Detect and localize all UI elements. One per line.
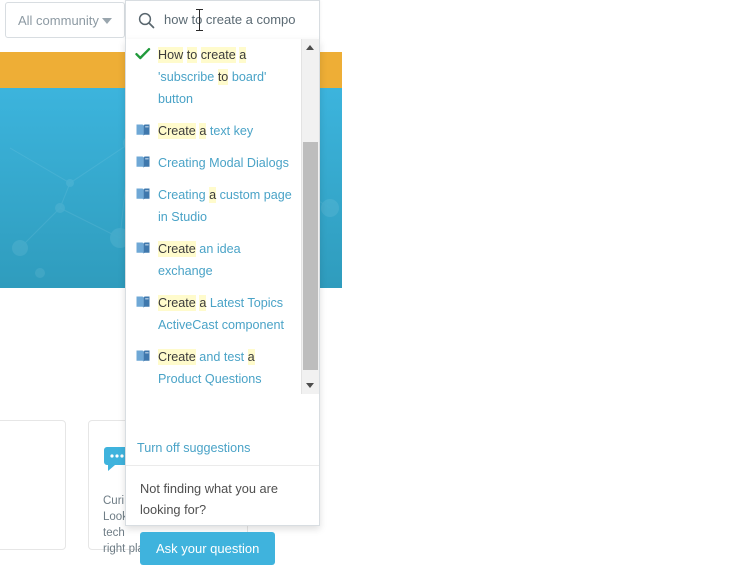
- scrollbar-thumb[interactable]: [303, 142, 318, 370]
- scroll-up-arrow-icon[interactable]: [302, 39, 319, 56]
- search-scope-label: All community: [18, 13, 99, 28]
- check-icon: [135, 47, 151, 62]
- book-icon: [135, 241, 151, 256]
- suggestion-item-label: Creating a custom page in Studio: [158, 187, 292, 224]
- suggestion-item[interactable]: Create a text key: [126, 115, 301, 147]
- suggestion-item[interactable]: Create and test a Product Questions Acti…: [126, 341, 301, 394]
- search-suggestions-dropdown[interactable]: How to create a 'subscribe to board' but…: [125, 39, 320, 565]
- suggestion-item-label: Creating Modal Dialogs: [158, 156, 289, 170]
- book-icon: [135, 295, 151, 310]
- scroll-down-arrow-icon[interactable]: [302, 377, 319, 394]
- suggestions-list: How to create a 'subscribe to board' but…: [126, 39, 301, 394]
- suggestion-item-label: How to create a 'subscribe to board' but…: [158, 47, 267, 106]
- suggestion-item-label: Create a text key: [158, 123, 254, 139]
- suggestion-item[interactable]: Creating Modal Dialogs: [126, 147, 301, 179]
- suggestion-item-label: Create and test a Product Questions Acti…: [158, 349, 262, 386]
- chevron-down-icon: [102, 18, 112, 24]
- page-background: ps, stomer m Curi Look tech right place!: [0, 0, 750, 555]
- suggestions-scroll-area[interactable]: How to create a 'subscribe to board' but…: [126, 39, 319, 394]
- info-card-left-text: ps, stomer m: [0, 493, 57, 541]
- book-icon: [135, 187, 151, 202]
- search-input[interactable]: how to create a compo: [164, 12, 296, 27]
- suggestion-item-label: Create an idea exchange: [158, 241, 241, 278]
- suggestion-item-label: Create a Latest Topics ActiveCast compon…: [158, 295, 284, 332]
- suggestion-item[interactable]: Create a Latest Topics ActiveCast compon…: [126, 287, 301, 341]
- book-icon: [135, 155, 151, 170]
- suggestion-item[interactable]: Create an idea exchange: [126, 233, 301, 287]
- ask-your-question-button[interactable]: Ask your question: [140, 532, 276, 565]
- search-scope-select[interactable]: All community: [5, 2, 125, 38]
- ask-question-block: Not finding what you are looking for? As…: [126, 465, 319, 579]
- book-icon: [135, 123, 151, 138]
- ask-question-prompt: Not finding what you are looking for?: [140, 481, 279, 517]
- book-icon: [135, 349, 151, 364]
- suggestions-scrollbar[interactable]: [301, 39, 319, 394]
- suggestion-item[interactable]: How to create a 'subscribe to board' but…: [126, 39, 301, 115]
- text-cursor-icon: [196, 9, 203, 31]
- search-input-container[interactable]: how to create a compo: [125, 0, 320, 40]
- info-card-left[interactable]: ps, stomer m: [0, 420, 66, 550]
- suggestion-item[interactable]: Creating a custom page in Studio: [126, 179, 301, 233]
- turn-off-suggestions-link[interactable]: Turn off suggestions: [137, 441, 250, 455]
- search-icon: [138, 12, 155, 34]
